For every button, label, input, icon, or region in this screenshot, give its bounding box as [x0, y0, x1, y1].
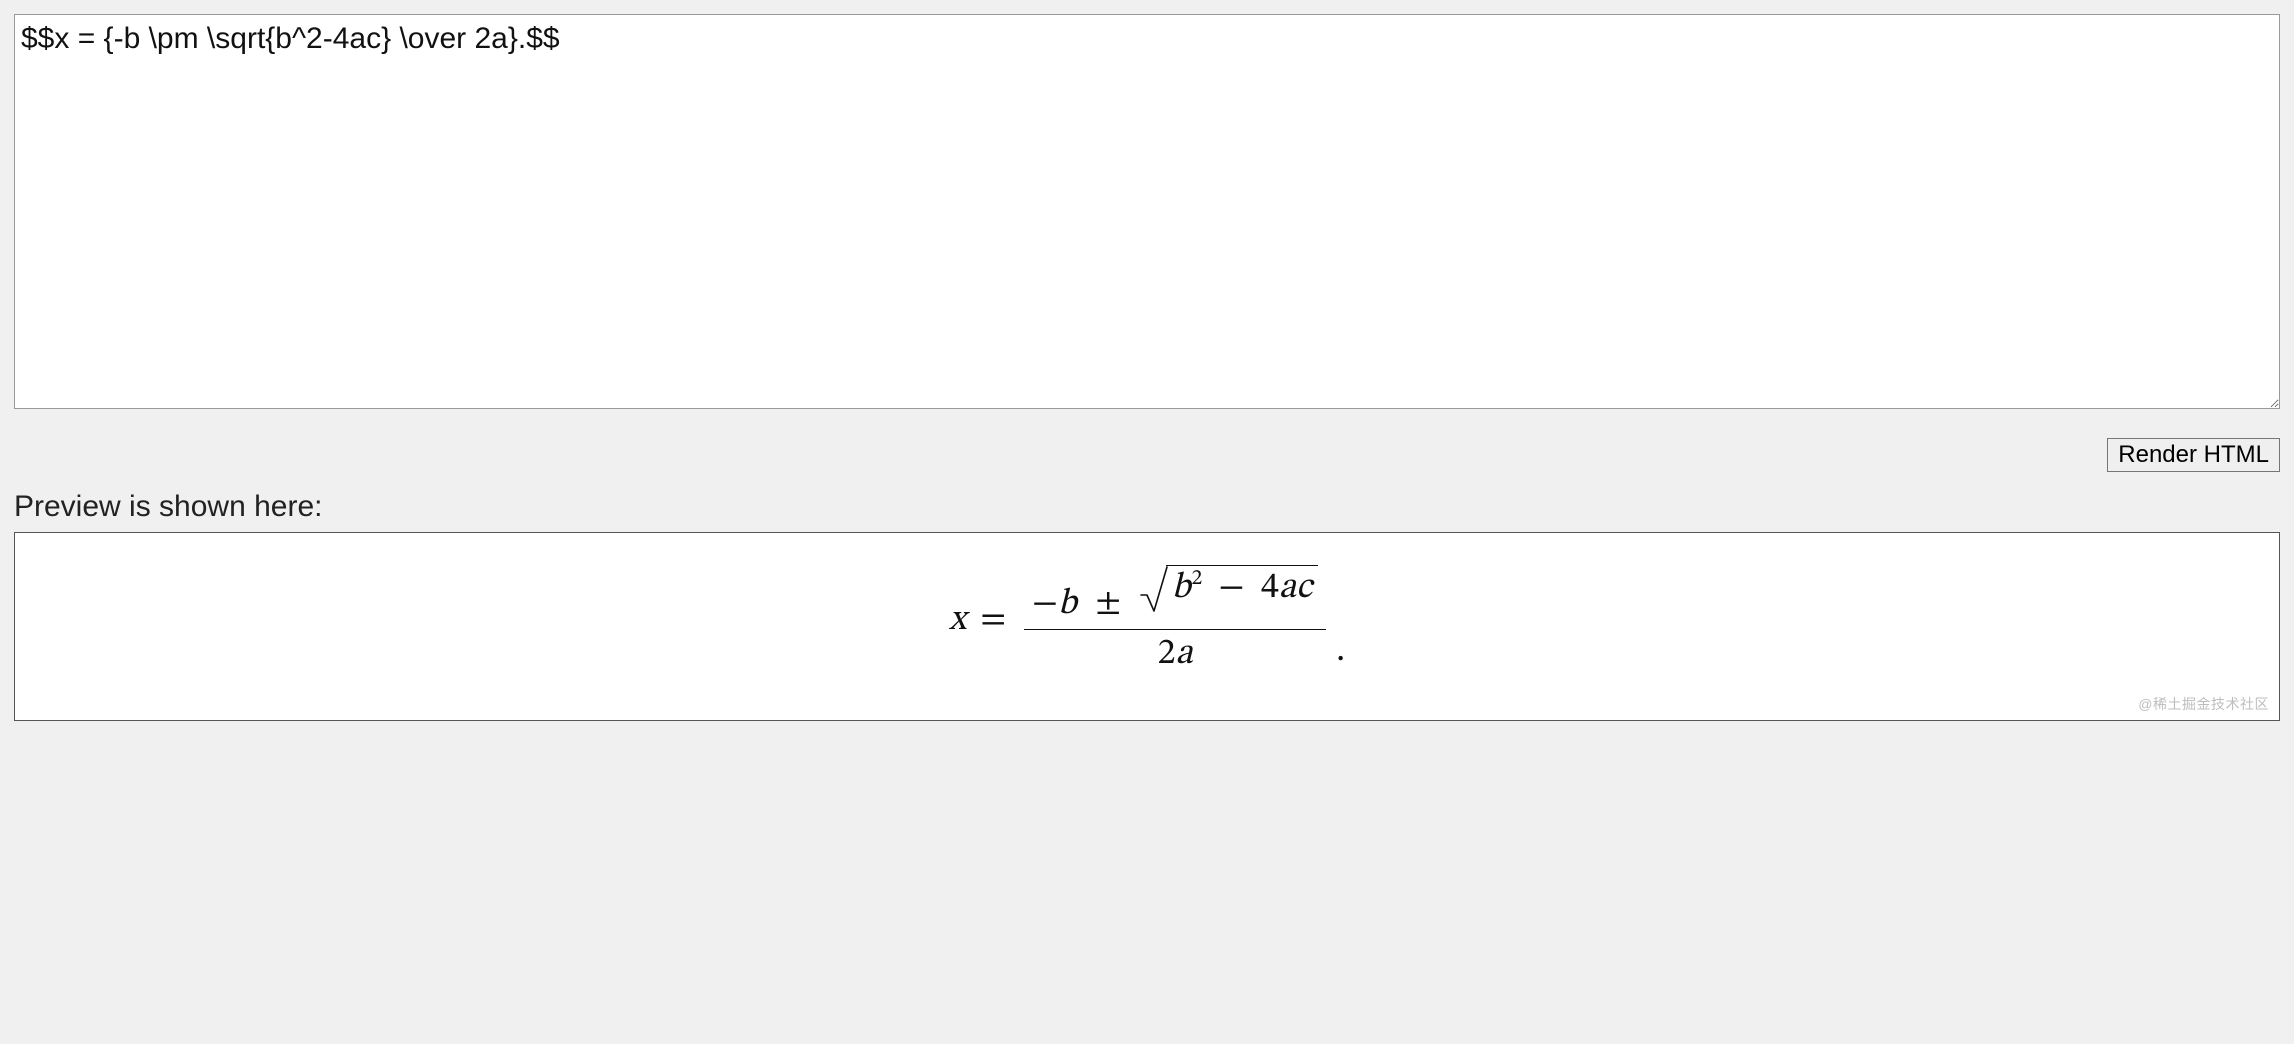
- render-html-button[interactable]: Render HTML: [2107, 438, 2280, 472]
- eq-a2: a: [1175, 636, 1192, 672]
- eq-four: 4: [1261, 570, 1279, 606]
- eq-sup2: 2: [1191, 569, 1202, 590]
- eq-b2: b: [1172, 570, 1191, 606]
- eq-a: a: [1279, 570, 1296, 606]
- preview-label: Preview is shown here:: [14, 490, 2280, 524]
- eq-fraction-bar: [1024, 629, 1326, 630]
- toolbar: Render HTML: [14, 438, 2280, 472]
- eq-radicand: b2 − 4ac: [1166, 565, 1319, 610]
- watermark: @稀土掘金技术社区: [2138, 694, 2269, 714]
- eq-two: 2: [1158, 636, 1176, 672]
- eq-minus: −: [1032, 586, 1058, 622]
- eq-numerator: −b ± b2 − 4ac: [1024, 563, 1326, 627]
- eq-b: b: [1058, 586, 1077, 622]
- rendered-equation: x = −b ± b2 − 4ac: [35, 563, 2259, 678]
- preview-box: x = −b ± b2 − 4ac: [14, 532, 2280, 721]
- eq-period: .: [1336, 629, 1345, 674]
- eq-minus2: −: [1219, 570, 1245, 606]
- eq-denominator: 2a: [1150, 632, 1201, 677]
- eq-pm: ±: [1095, 586, 1121, 622]
- eq-equals: =: [980, 598, 1006, 643]
- eq-lhs-x: x: [949, 598, 966, 643]
- eq-sqrt: b2 − 4ac: [1140, 565, 1319, 613]
- radical-icon: [1140, 565, 1168, 613]
- eq-c: c: [1296, 570, 1312, 606]
- latex-source-input[interactable]: [14, 14, 2280, 409]
- eq-fraction: −b ± b2 − 4ac 2a: [1024, 563, 1326, 678]
